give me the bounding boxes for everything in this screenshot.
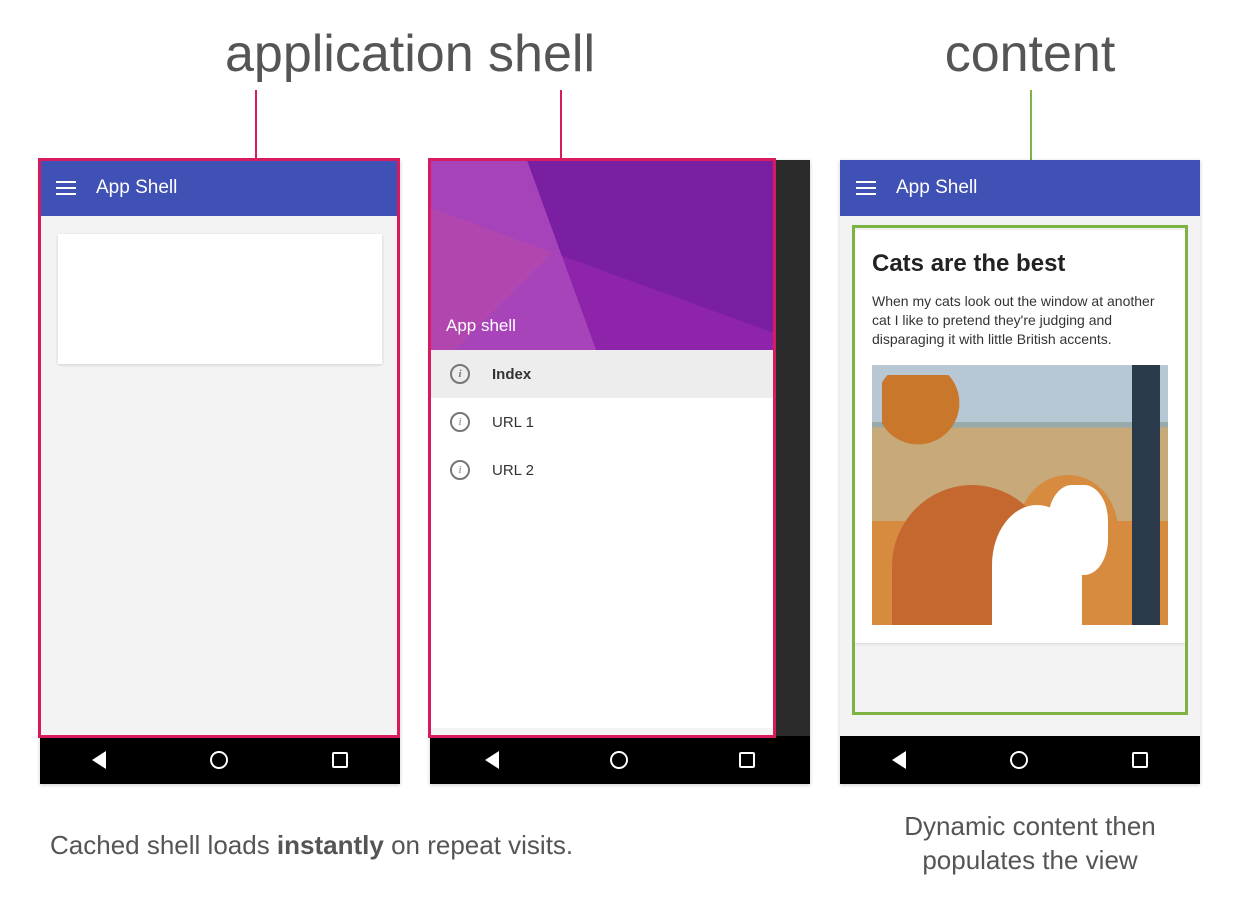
empty-content-card [58,234,382,364]
android-nav-bar [430,736,810,784]
android-nav-bar [840,736,1200,784]
nav-recent-icon[interactable] [739,752,755,768]
scrim-background [776,160,810,784]
nav-home-icon[interactable] [1010,751,1028,769]
content-card: Cats are the best When my cats look out … [854,230,1186,643]
info-icon: i [450,460,470,480]
nav-back-icon[interactable] [892,751,906,769]
drawer-item-label: URL 1 [492,414,534,431]
nav-back-icon[interactable] [485,751,499,769]
phone-mock-shell-drawer: App shell i Index i URL 1 i URL 2 [430,160,810,784]
caption-content: Dynamic content then populates the view [850,810,1210,878]
info-icon: i [450,412,470,432]
nav-recent-icon[interactable] [332,752,348,768]
heading-application-shell: application shell [140,24,680,84]
drawer-header: App shell [430,160,776,350]
nav-drawer: App shell i Index i URL 1 i URL 2 [430,160,776,728]
article-body: When my cats look out the window at anot… [872,292,1168,349]
drawer-header-label: App shell [446,316,516,336]
connector-line [560,90,562,160]
app-bar-title: App Shell [96,177,177,199]
app-bar-title: App Shell [896,177,977,199]
drawer-item-label: URL 2 [492,462,534,479]
android-nav-bar [40,736,400,784]
info-icon: i [450,364,470,384]
nav-recent-icon[interactable] [1132,752,1148,768]
article-image-cats [872,365,1168,625]
nav-home-icon[interactable] [610,751,628,769]
phone-mock-shell-empty: App Shell [40,160,400,784]
drawer-item-label: Index [492,366,531,383]
drawer-item-index[interactable]: i Index [430,350,776,398]
hamburger-icon[interactable] [856,181,876,195]
article-title: Cats are the best [872,250,1168,278]
nav-back-icon[interactable] [92,751,106,769]
caption-shell: Cached shell loads instantly on repeat v… [50,830,750,861]
app-bar: App Shell [40,160,400,216]
drawer-item-url1[interactable]: i URL 1 [430,398,776,446]
connector-line [255,90,257,160]
hamburger-icon[interactable] [56,181,76,195]
nav-home-icon[interactable] [210,751,228,769]
heading-content: content [900,24,1160,84]
app-bar: App Shell [840,160,1200,216]
phone-mock-content: App Shell Cats are the best When my cats… [840,160,1200,784]
drawer-item-url2[interactable]: i URL 2 [430,446,776,494]
